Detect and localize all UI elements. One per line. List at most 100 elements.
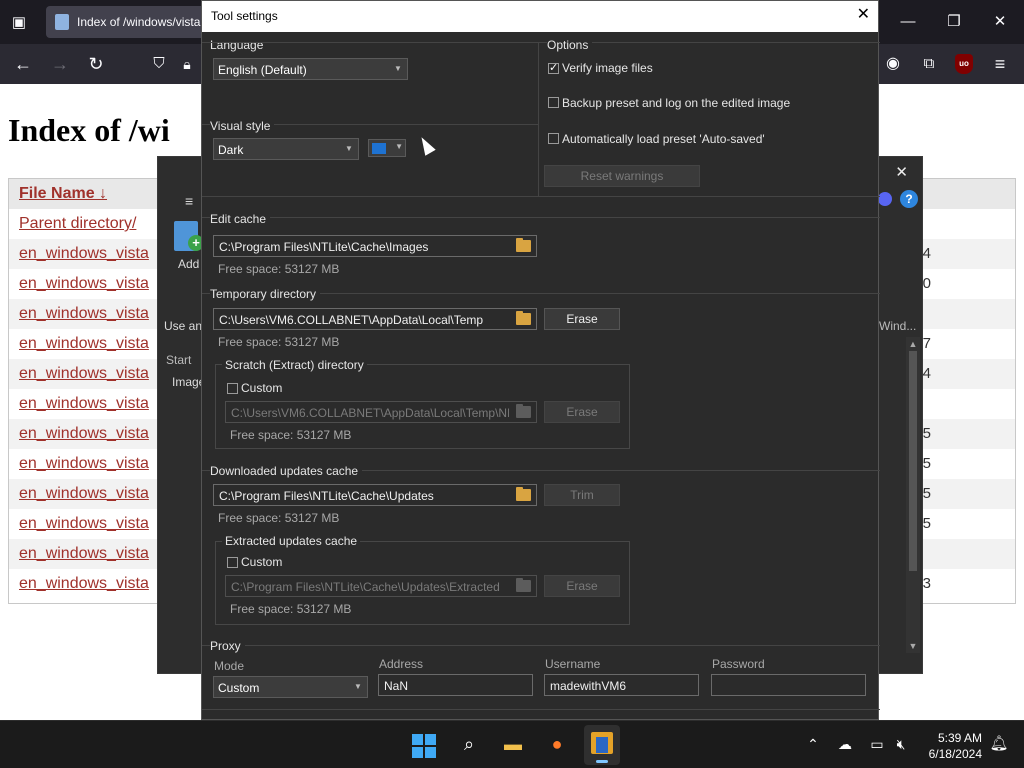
browse-folder-icon[interactable] xyxy=(516,311,531,325)
extensions-icon[interactable]: ⧉ xyxy=(918,53,940,75)
file-name-column-header[interactable]: File Name ↓ xyxy=(19,185,107,203)
add-image-icon[interactable]: + xyxy=(174,221,204,251)
visual-style-select[interactable]: Dark ▼ xyxy=(213,138,359,160)
backup-preset-checkbox[interactable] xyxy=(548,97,559,108)
backup-preset-label[interactable]: Backup preset and log on the edited imag… xyxy=(562,96,790,110)
edit-cache-label: Edit cache xyxy=(210,212,271,226)
page-favicon-icon xyxy=(55,14,69,30)
use-label: Use an xyxy=(164,319,203,333)
extracted-custom-label[interactable]: Custom xyxy=(241,555,282,569)
proxy-username-input[interactable]: madewithVM6 xyxy=(544,674,699,696)
reload-icon[interactable]: ↻ xyxy=(85,53,107,75)
add-label[interactable]: Add xyxy=(178,257,199,271)
accent-color-swatch xyxy=(372,143,386,154)
menu-icon[interactable]: ≡ xyxy=(989,53,1011,75)
file-link[interactable]: en_windows_vista xyxy=(19,395,149,413)
tool-settings-dialog: Tool settings ✕ Language English (Defaul… xyxy=(201,0,880,720)
volume-muted-icon[interactable]: 🔇︎ xyxy=(888,731,914,757)
tab-title: Index of /windows/vista xyxy=(77,15,201,29)
autoload-preset-label[interactable]: Automatically load preset 'Auto-saved' xyxy=(562,132,765,146)
extracted-custom-checkbox[interactable] xyxy=(227,557,238,568)
scratch-custom-label[interactable]: Custom xyxy=(241,381,282,395)
proxy-password-label: Password xyxy=(712,657,765,671)
browse-folder-icon[interactable] xyxy=(516,578,531,592)
proxy-address-input[interactable]: NaN xyxy=(378,674,533,696)
file-link[interactable]: en_windows_vista xyxy=(19,305,149,323)
browse-folder-icon[interactable] xyxy=(516,487,531,501)
edit-cache-path-input[interactable]: C:\Program Files\NTLite\Cache\Images xyxy=(213,235,537,257)
ntlite-taskbar-icon[interactable] xyxy=(584,725,620,765)
search-icon[interactable]: ⌕ xyxy=(456,731,482,757)
scratch-path-input[interactable]: C:\Users\VM6.COLLABNET\AppData\Local\Tem… xyxy=(225,401,537,423)
scratch-custom-checkbox[interactable] xyxy=(227,383,238,394)
notification-bell-icon[interactable]: 🔔︎ xyxy=(986,731,1012,757)
ublock-icon[interactable]: uo xyxy=(955,54,973,74)
file-link[interactable]: en_windows_vista xyxy=(19,425,149,443)
extracted-erase-button[interactable]: Erase xyxy=(544,575,620,597)
file-link[interactable]: en_windows_vista xyxy=(19,365,149,383)
verify-images-label[interactable]: Verify image files xyxy=(562,61,653,75)
back-icon[interactable]: ← xyxy=(12,53,34,75)
close-browser-icon[interactable]: ✕ xyxy=(988,10,1012,34)
restore-icon[interactable]: ❐ xyxy=(942,10,966,34)
browser-tab[interactable]: Index of /windows/vista xyxy=(46,6,206,38)
temp-dir-path-input[interactable]: C:\Users\VM6.COLLABNET\AppData\Local\Tem… xyxy=(213,308,537,330)
file-link[interactable]: en_windows_vista xyxy=(19,545,149,563)
file-link[interactable]: en_windows_vista xyxy=(19,485,149,503)
chevron-up-icon[interactable]: ⌃ xyxy=(800,731,826,757)
browse-folder-icon[interactable] xyxy=(516,238,531,252)
file-link[interactable]: en_windows_vista xyxy=(19,515,149,533)
updates-trim-button[interactable]: Trim xyxy=(544,484,620,506)
extracted-path-input[interactable]: C:\Program Files\NTLite\Cache\Updates\Ex… xyxy=(225,575,537,597)
file-explorer-icon[interactable]: ▬ xyxy=(500,731,526,757)
temp-dir-erase-button[interactable]: Erase xyxy=(544,308,620,330)
file-link[interactable]: en_windows_vista xyxy=(19,335,149,353)
proxy-label: Proxy xyxy=(210,639,245,653)
discord-icon[interactable] xyxy=(878,192,892,206)
file-link[interactable]: en_windows_vista xyxy=(19,575,149,593)
file-link[interactable]: en_windows_vista xyxy=(19,275,149,293)
extracted-free-space: Free space: 53127 MB xyxy=(230,602,352,616)
help-icon[interactable]: ? xyxy=(900,190,918,208)
system-clock[interactable]: 5:39 AM 6/18/2024 xyxy=(924,730,982,762)
network-icon[interactable]: ▭ xyxy=(864,731,890,757)
accent-color-picker[interactable]: ▼ xyxy=(368,139,406,157)
tab-list-icon[interactable]: ▣ xyxy=(8,12,30,34)
language-label: Language xyxy=(210,38,264,52)
chevron-down-icon: ▼ xyxy=(345,144,353,153)
lock-icon[interactable]: 🔒︎ xyxy=(176,53,198,75)
file-link[interactable]: en_windows_vista xyxy=(19,245,149,263)
file-link[interactable]: Parent directory/ xyxy=(19,215,136,233)
hamburger-menu-icon[interactable]: ≡ xyxy=(185,193,193,209)
proxy-username-label: Username xyxy=(545,657,601,671)
taskbar: ⌕ ▬ ● ⌃ ☁ ▭ 🔇︎ 5:39 AM 6/18/2024 🔔︎ xyxy=(0,720,1024,768)
proxy-mode-label: Mode xyxy=(214,659,245,673)
firefox-icon[interactable]: ● xyxy=(544,731,570,757)
cloud-offline-icon[interactable]: ☁ xyxy=(832,731,858,757)
proxy-address-label: Address xyxy=(379,657,424,671)
scratch-free-space: Free space: 53127 MB xyxy=(230,428,352,442)
ntlite-close-icon[interactable]: ✕ xyxy=(895,163,908,181)
page-title: Index of /wi xyxy=(8,112,170,148)
reset-warnings-button[interactable]: Reset warnings xyxy=(544,165,700,187)
shield-icon[interactable]: ⛉ xyxy=(148,53,170,75)
language-select[interactable]: English (Default) ▼ xyxy=(213,58,408,80)
proxy-password-input[interactable] xyxy=(711,674,866,696)
account-icon[interactable]: ◉ xyxy=(882,53,904,75)
ntlite-scrollbar[interactable]: ▲ ▼ xyxy=(906,337,920,653)
updates-cache-path-input[interactable]: C:\Program Files\NTLite\Cache\Updates xyxy=(213,484,537,506)
proxy-mode-select[interactable]: Custom ▼ xyxy=(213,676,368,698)
start-windows-icon[interactable] xyxy=(412,734,436,758)
clock-time: 5:39 AM xyxy=(937,731,982,745)
scratch-erase-button[interactable]: Erase xyxy=(544,401,620,423)
file-link[interactable]: en_windows_vista xyxy=(19,455,149,473)
chevron-down-icon: ▼ xyxy=(394,64,402,73)
clock-date: 6/18/2024 xyxy=(928,747,982,761)
verify-images-checkbox[interactable] xyxy=(548,61,559,74)
dialog-close-icon[interactable]: ✕ xyxy=(857,6,870,24)
forward-icon[interactable]: → xyxy=(49,53,71,75)
dialog-title-bar: Tool settings ✕ xyxy=(202,1,878,32)
autoload-preset-checkbox[interactable] xyxy=(548,133,559,144)
browse-folder-icon[interactable] xyxy=(516,404,531,418)
minimize-icon[interactable]: — xyxy=(896,10,920,34)
